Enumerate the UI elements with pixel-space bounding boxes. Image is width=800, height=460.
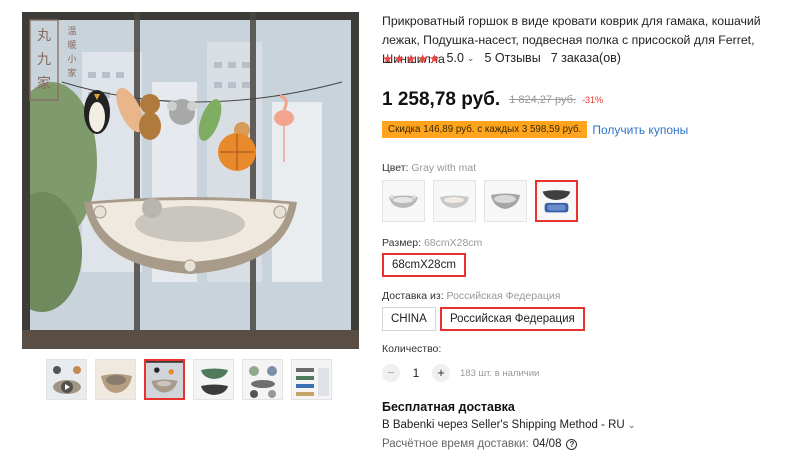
quantity-label: Количество: [382, 343, 442, 355]
svg-text:小: 小 [67, 54, 76, 65]
ship-from-label: Доставка из: [382, 290, 444, 302]
old-price: 1 824,27 руб. [509, 94, 577, 106]
thumbnail-strip [46, 359, 332, 400]
orders-count: 7 заказа(ов) [550, 51, 621, 65]
color-option-4[interactable] [535, 180, 578, 222]
svg-text:家: 家 [67, 67, 76, 79]
size-value: 68cmX28cm [423, 237, 483, 249]
price-row: 1 258,78 руб. 1 824,27 руб. -31% [382, 89, 603, 111]
color-label-row: Цвет: Gray with mat [382, 162, 476, 174]
color-value: Gray with mat [411, 162, 477, 174]
svg-text:九: 九 [37, 52, 51, 68]
rating-stars-icon: ★★★★★ [382, 51, 441, 66]
stock-count: 183 шт. в наличии [460, 367, 540, 379]
shipping-method-selector[interactable]: В Babenki через Seller's Shipping Method… [382, 419, 635, 431]
thumbnail-1[interactable] [46, 359, 87, 400]
color-options [382, 180, 578, 222]
thumbnail-6[interactable] [291, 359, 332, 400]
delivery-date: 04/08 [532, 438, 562, 450]
discount-badge: -31% [582, 95, 604, 105]
ship-from-label-row: Доставка из: Российская Федерация [382, 290, 560, 302]
brand-seal-logo: 丸 九 家 温 暖 小 家 [28, 18, 84, 138]
rating-value: 5.0 [446, 51, 464, 65]
coupon-row: Скидка 146,89 руб. с каждых 3 598,59 руб… [382, 121, 688, 138]
coupon-badge: Скидка 146,89 руб. с каждых 3 598,59 руб… [382, 121, 588, 138]
ship-from-option-russia[interactable]: Российская Федерация [440, 307, 585, 331]
help-circle-icon[interactable]: ? [566, 438, 578, 450]
free-shipping-title: Бесплатная доставка [382, 400, 515, 414]
main-product-image[interactable]: 丸 九 家 温 暖 小 家 [22, 12, 359, 349]
thumbnail-2[interactable] [95, 359, 136, 400]
thumbnail-5[interactable] [242, 359, 283, 400]
color-option-3[interactable] [484, 180, 527, 222]
color-option-1[interactable] [382, 180, 425, 222]
size-label-row: Размер: 68cmX28cm [382, 237, 482, 249]
shipping-method-text: В Babenki через Seller's Shipping Method… [382, 419, 625, 431]
rating-row: ★★★★★ 5.0 ⌄ 5 Отзывы 7 заказа(ов) [382, 50, 621, 66]
ship-from-value: Российская Федерация [446, 290, 561, 302]
svg-text:温: 温 [67, 26, 76, 37]
delivery-time-label: Расчётное время доставки: [382, 438, 529, 450]
quantity-minus-button[interactable]: − [382, 364, 400, 382]
quantity-stepper: − 1 + 183 шт. в наличии [382, 364, 539, 382]
quantity-plus-button[interactable]: + [432, 364, 450, 382]
reviews-link[interactable]: 5 Отзывы [484, 51, 540, 65]
svg-text:丸: 丸 [37, 28, 51, 44]
quantity-input[interactable]: 1 [400, 366, 432, 380]
size-label: Размер: [382, 237, 422, 249]
ship-from-option-china[interactable]: CHINA [382, 307, 436, 331]
thumbnail-4[interactable] [193, 359, 234, 400]
delivery-time-row: Расчётное время доставки: 04/08 ? [382, 438, 578, 450]
svg-text:暖: 暖 [67, 39, 76, 51]
thumbnail-3[interactable] [144, 359, 185, 400]
svg-text:家: 家 [37, 75, 51, 92]
color-label: Цвет: [382, 162, 409, 174]
current-price: 1 258,78 руб. [382, 89, 501, 110]
size-option-68x28[interactable]: 68cmX28cm [382, 253, 466, 277]
get-coupons-link[interactable]: Получить купоны [592, 123, 688, 137]
chevron-down-icon: ⌄ [627, 420, 636, 430]
chevron-down-icon[interactable]: ⌄ [467, 53, 475, 64]
color-option-2[interactable] [433, 180, 476, 222]
